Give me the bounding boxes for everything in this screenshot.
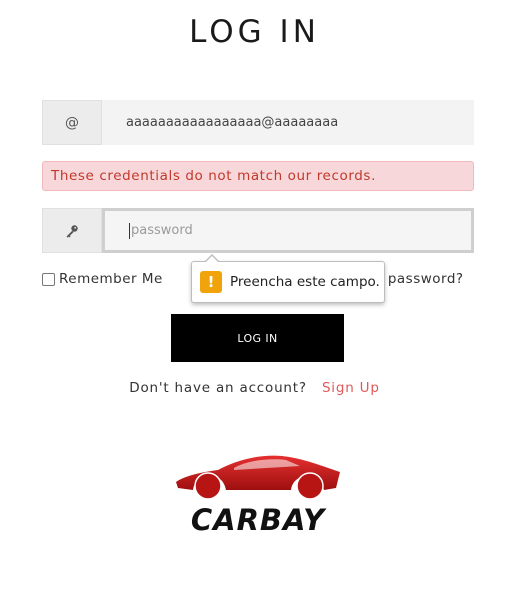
validation-tooltip: ! Preencha este campo. <box>191 254 385 303</box>
carbay-logo: CARBAY <box>174 452 342 537</box>
password-placeholder: password <box>131 223 193 238</box>
remember-me-label: Remember Me <box>59 271 163 287</box>
signup-prompt: Don't have an account? <box>129 380 307 396</box>
signup-row: Don't have an account? Sign Up <box>0 380 509 396</box>
email-field[interactable]: aaaaaaaaaaaaaaaaa@aaaaaaaa <box>102 100 474 145</box>
page-title: LOG IN <box>189 14 320 50</box>
key-icon-svg <box>66 224 78 238</box>
password-field[interactable]: password <box>102 208 474 253</box>
login-button[interactable]: LOG IN <box>171 314 344 362</box>
error-alert: These credentials do not match our recor… <box>42 161 474 191</box>
email-input-group: @ aaaaaaaaaaaaaaaaa@aaaaaaaa <box>42 100 474 145</box>
key-icon <box>42 208 102 253</box>
remember-me[interactable]: Remember Me <box>42 271 163 287</box>
at-icon: @ <box>42 100 102 145</box>
logo-text: CARBAY <box>191 503 327 536</box>
remember-me-checkbox[interactable] <box>42 272 55 286</box>
forgot-password-link[interactable]: r password? <box>377 271 464 287</box>
warning-icon: ! <box>200 271 222 293</box>
validation-message: Preencha este campo. <box>230 274 380 290</box>
password-input-group: password <box>42 208 474 253</box>
text-cursor <box>129 222 130 239</box>
car-logo-icon: CARBAY <box>176 455 340 537</box>
signup-link[interactable]: Sign Up <box>322 380 380 396</box>
